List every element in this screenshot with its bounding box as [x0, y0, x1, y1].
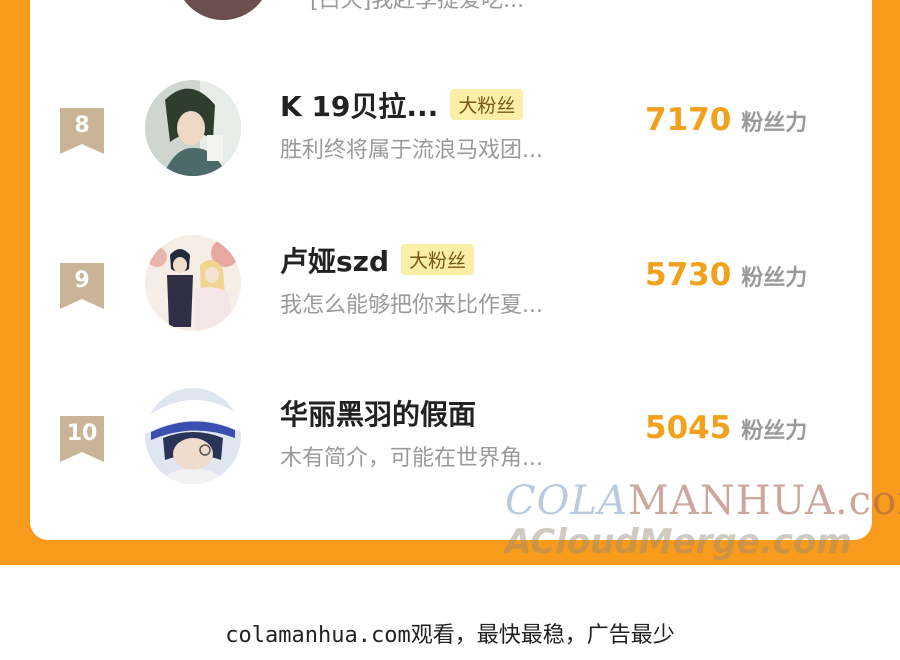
avatar[interactable] [145, 80, 241, 176]
user-name[interactable]: 华丽黑羽的假面 [280, 393, 476, 433]
rank-number: 9 [74, 268, 90, 293]
user-bio: 木有简介，可能在世界角... [280, 446, 543, 471]
rank-badge: 9 [60, 263, 104, 309]
big-fan-badge: 大粉丝 [401, 244, 475, 275]
fan-power-value: 5045 [645, 410, 732, 446]
footer-text: colamanhua.com观看，最快最稳，广告最少 [225, 623, 675, 648]
fan-power-label: 粉丝力 [741, 419, 808, 444]
avatar[interactable] [145, 235, 241, 331]
user-avatar-image [145, 388, 241, 484]
watermark-acloudmerge: ACloudMerge.com [505, 522, 852, 562]
rank-badge: 10 [60, 416, 104, 462]
watermark-colamanhua: COLAMANHUA.com [505, 478, 900, 524]
rank-number: 10 [66, 421, 98, 446]
user-avatar-image [145, 235, 241, 331]
avatar[interactable] [145, 388, 241, 484]
user-name[interactable]: K 19贝拉... 大粉丝 [280, 85, 524, 125]
user-bio: 我怎么能够把你来比作夏... [280, 293, 543, 318]
fan-power: 7170 粉丝力 [645, 102, 807, 138]
avatar[interactable] [175, 0, 271, 20]
user-bio: 胜利终将属于流浪马戏团... [280, 138, 543, 163]
big-fan-badge: 大粉丝 [450, 89, 524, 120]
ranking-row[interactable]: 9 卢娅szd 大粉丝 我怎么能够把你来比作夏... 5730 粉丝力 [30, 235, 872, 355]
rank-number: 8 [74, 113, 90, 138]
fan-power: 5730 粉丝力 [645, 257, 807, 293]
ranking-row[interactable]: 8 K 19贝拉... 大粉丝 胜利终将属于流浪马戏团... 7170 粉丝力 [30, 80, 872, 200]
fan-power-label: 粉丝力 [741, 111, 808, 136]
user-bio: [白天]我赶季提爱吃... [310, 0, 525, 13]
fan-ranking-card: [白天]我赶季提爱吃... 8 K 19贝拉... 大粉丝 胜利终将属于流浪马戏团… [30, 0, 872, 540]
user-name[interactable]: 卢娅szd 大粉丝 [280, 240, 475, 280]
fan-power-label: 粉丝力 [741, 266, 808, 291]
fan-power-value: 5730 [645, 257, 732, 293]
rank-badge: 8 [60, 108, 104, 154]
fan-power-value: 7170 [645, 102, 732, 138]
user-avatar-image [145, 80, 241, 176]
fan-power: 5045 粉丝力 [645, 410, 807, 446]
